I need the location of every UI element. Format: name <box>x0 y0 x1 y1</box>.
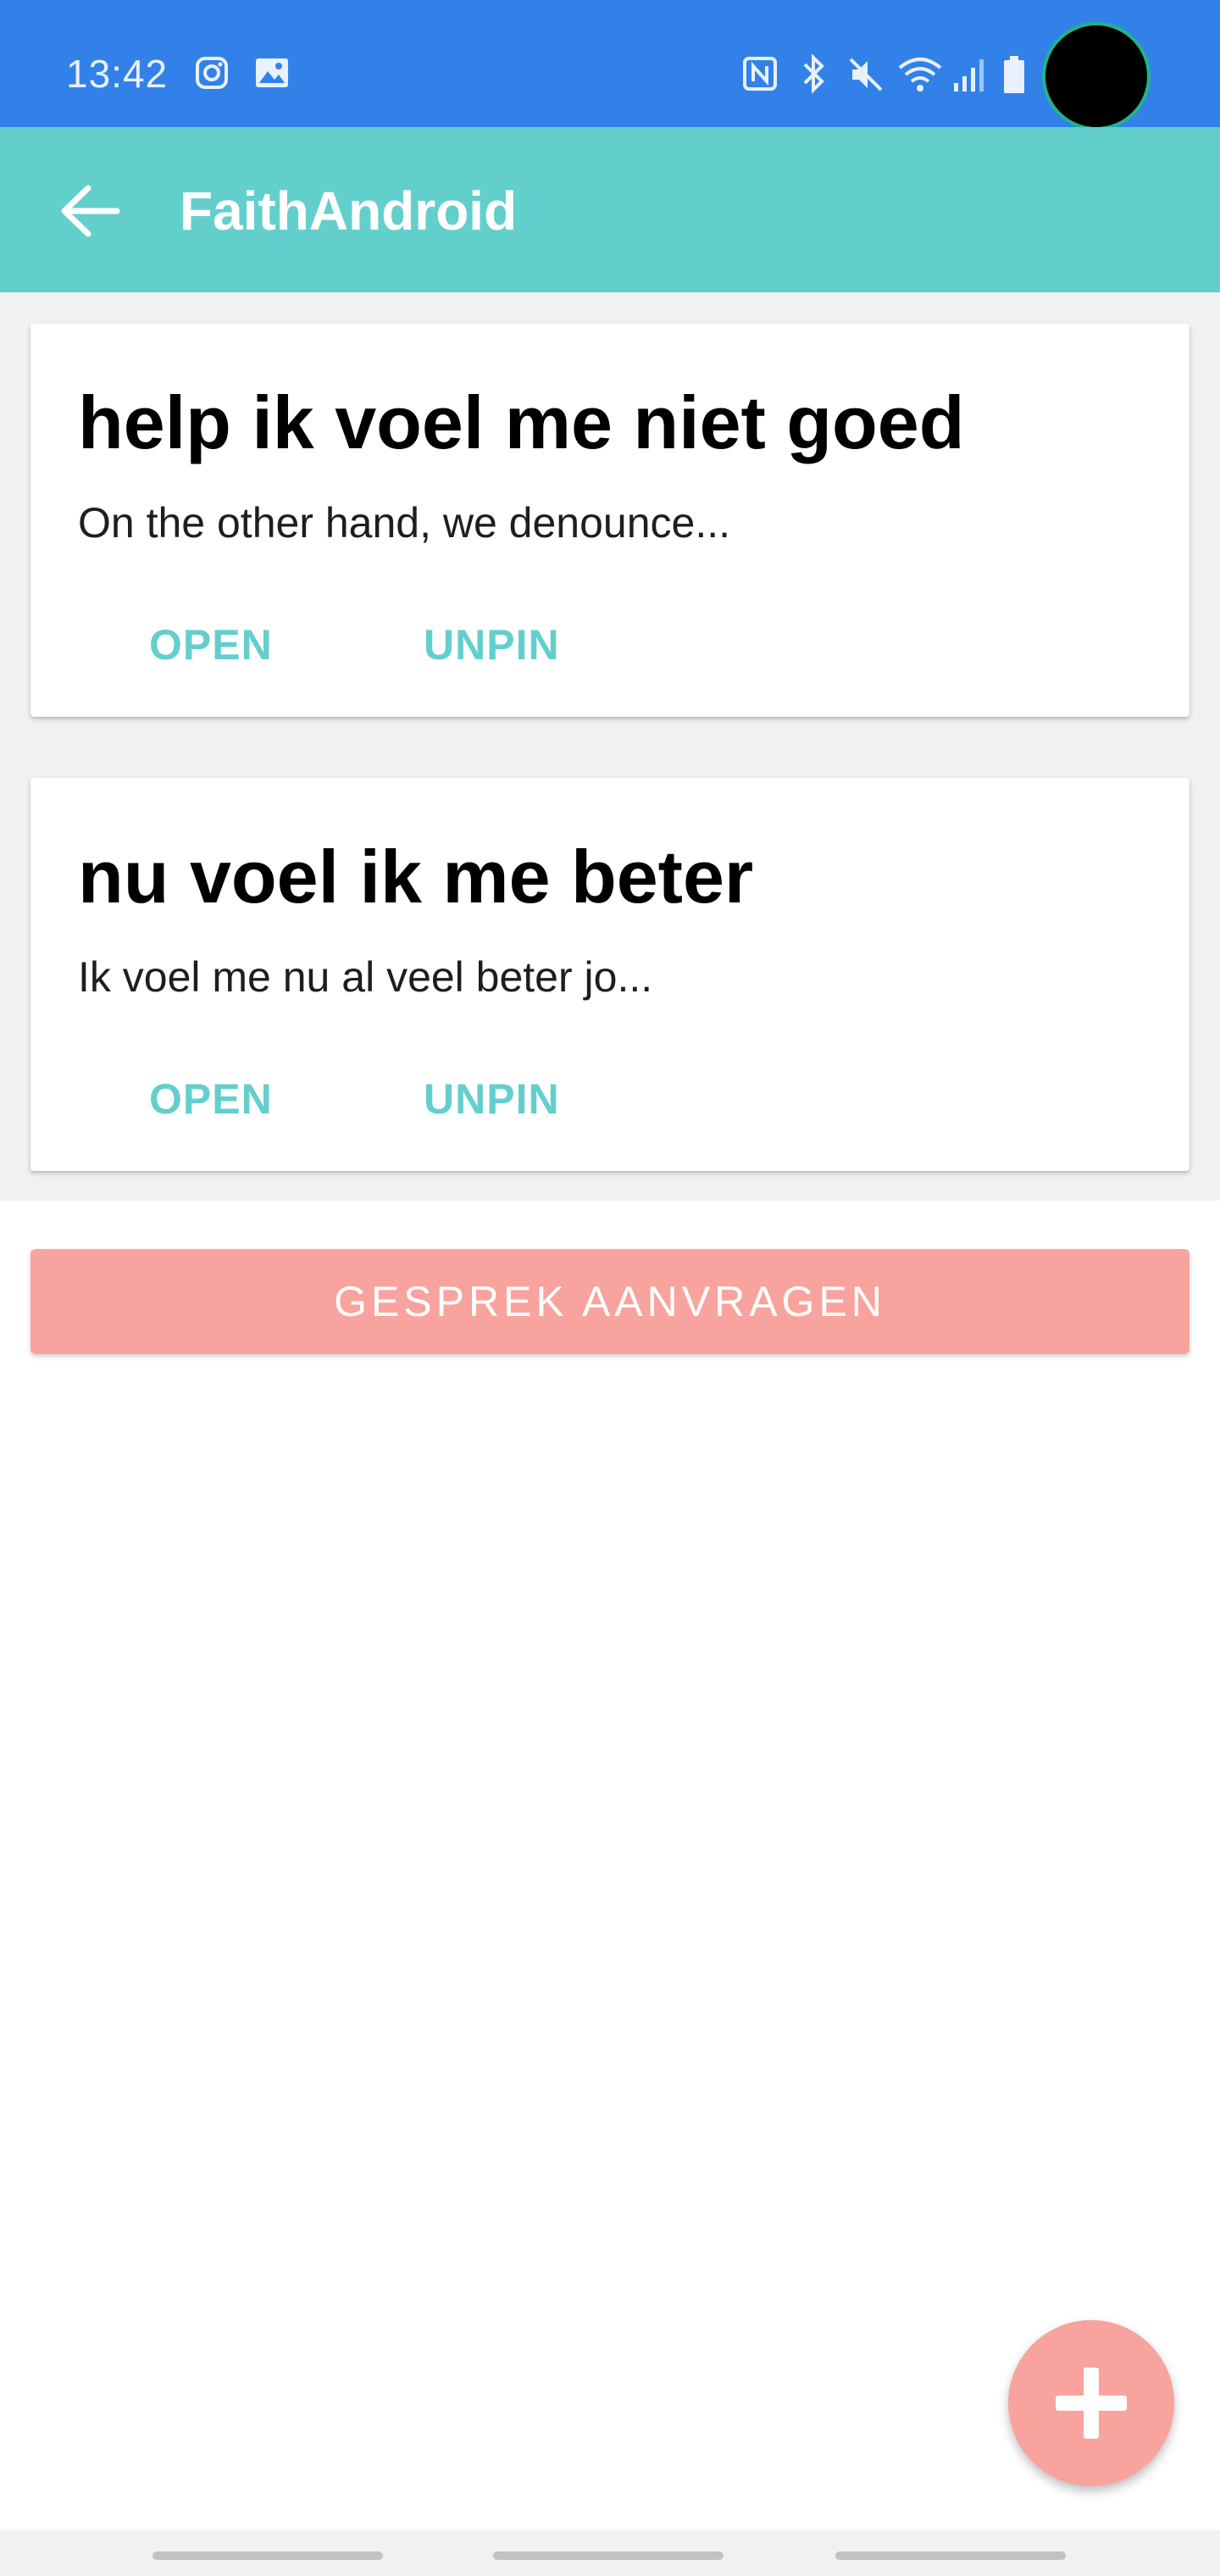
nav-back-handle[interactable] <box>835 2551 1066 2560</box>
app-screen: 13:42 FaithAndroid help ik voel me niet … <box>0 0 1220 2576</box>
bluetooth-icon <box>803 53 824 94</box>
card-title: nu voel ik me beter <box>78 835 754 919</box>
status-bar <box>0 0 1220 127</box>
list-card: help ik voel me niet goed On the other h… <box>30 324 1190 717</box>
battery-icon <box>1004 56 1024 93</box>
instagram-icon <box>196 57 228 89</box>
wifi-icon <box>898 58 942 92</box>
request-conversation-button[interactable]: GESPREK AANVRAGEN <box>30 1249 1190 1354</box>
unpin-button[interactable]: UNPIN <box>424 620 560 669</box>
nfc-icon <box>743 57 777 91</box>
unpin-button[interactable]: UNPIN <box>424 1074 560 1124</box>
card-title: help ik voel me niet goed <box>78 380 965 464</box>
arrow-left-icon[interactable] <box>58 183 122 239</box>
nav-recents-handle[interactable] <box>152 2551 383 2560</box>
status-time: 13:42 <box>66 52 169 96</box>
gallery-icon <box>256 58 288 87</box>
app-title: FaithAndroid <box>180 180 518 242</box>
card-preview: Ik voel me nu al veel beter jo... <box>78 953 653 1001</box>
signal-icon <box>954 59 984 92</box>
open-button[interactable]: OPEN <box>149 1074 273 1124</box>
camera-cutout <box>1045 25 1147 127</box>
mute-icon <box>849 58 883 92</box>
open-button[interactable]: OPEN <box>149 620 273 669</box>
plus-icon <box>1056 2368 1127 2439</box>
nav-home-handle[interactable] <box>493 2551 724 2560</box>
list-card: nu voel ik me beter Ik voel me nu al vee… <box>30 778 1190 1171</box>
add-fab-button[interactable] <box>1008 2320 1174 2486</box>
card-preview: On the other hand, we denounce... <box>78 499 730 547</box>
